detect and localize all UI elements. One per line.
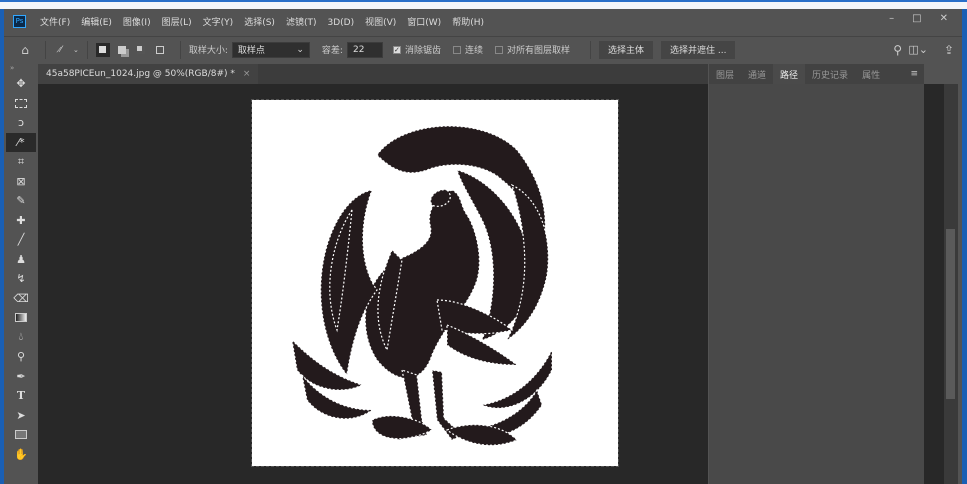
- tab-history[interactable]: 历史记录: [805, 64, 855, 84]
- crop-tool-icon[interactable]: ⌗: [6, 152, 36, 172]
- path-select-tool-icon[interactable]: ➤: [6, 406, 36, 426]
- magic-wand-preset-icon[interactable]: ⁄̷: [54, 43, 68, 57]
- menu-window[interactable]: 窗口(W): [407, 18, 441, 28]
- close-button[interactable]: ✕: [940, 13, 948, 24]
- sample-size-label: 取样大小:: [188, 46, 228, 56]
- tab-paths[interactable]: 路径: [773, 64, 806, 84]
- eraser-tool-icon[interactable]: ⌫: [6, 289, 36, 309]
- all-layers-checkbox[interactable]: 对所有图层取样: [495, 43, 570, 56]
- brush-tool-icon[interactable]: ╱: [6, 230, 36, 250]
- add-selection-icon[interactable]: [115, 43, 129, 57]
- contiguous-label: 连续: [464, 46, 483, 56]
- antialias-checkbox[interactable]: ✓ 消除锯齿: [392, 43, 441, 56]
- chevron-down-icon: ⌄: [296, 44, 304, 55]
- document-tab[interactable]: 45a58PICEun_1024.jpg @ 50%(RGB/8#) * ×: [38, 64, 259, 84]
- tolerance-input[interactable]: 22: [346, 41, 383, 58]
- menu-file[interactable]: 文件(F): [40, 18, 70, 28]
- frame-tool-icon[interactable]: ⊠: [6, 172, 36, 192]
- sample-size-select[interactable]: 取样点 ⌄: [231, 41, 310, 58]
- eyedropper-tool-icon[interactable]: ✎: [6, 191, 36, 211]
- stamp-tool-icon[interactable]: ♟: [6, 250, 36, 270]
- minimize-button[interactable]: –: [889, 13, 894, 24]
- ps-logo: Ps: [13, 14, 26, 28]
- panel-tabs: 图层 通道 路径 历史记录 属性 ≡: [709, 64, 924, 84]
- history-brush-tool-icon[interactable]: ↯: [6, 269, 36, 289]
- document-tab-title: 45a58PICEun_1024.jpg @ 50%(RGB/8#) *: [46, 69, 235, 79]
- menu-3d[interactable]: 3D(D): [327, 18, 354, 28]
- move-tool-icon[interactable]: ✥: [6, 74, 36, 94]
- maximize-button[interactable]: □: [912, 13, 921, 24]
- menu-image[interactable]: 图像(I): [123, 18, 151, 28]
- subtract-selection-icon[interactable]: [134, 43, 148, 57]
- blur-tool-icon[interactable]: 💧︎: [6, 328, 36, 348]
- panel-menu-icon[interactable]: ≡: [910, 69, 918, 79]
- menu-bar: Ps 文件(F) 编辑(E) 图像(I) 图层(L) 文字(Y) 选择(S) 滤镜(T) 3D…: [4, 9, 962, 33]
- menu-view[interactable]: 视图(V): [365, 18, 396, 28]
- paths-panel: 图层 通道 路径 历史记录 属性 ≡: [709, 64, 924, 484]
- canvas-area[interactable]: [38, 84, 708, 484]
- tab-channels[interactable]: 通道: [741, 64, 773, 84]
- menu-layer[interactable]: 图层(L): [162, 18, 192, 28]
- menu-type[interactable]: 文字(Y): [203, 18, 234, 28]
- antialias-label: 消除锯齿: [404, 46, 441, 56]
- select-and-mask-button[interactable]: 选择并遮住 ...: [661, 40, 736, 59]
- magic-wand-tool-icon[interactable]: ⁄*: [6, 132, 36, 152]
- search-icon[interactable]: ⚲: [893, 43, 902, 57]
- type-tool-icon[interactable]: T: [6, 386, 36, 406]
- dodge-tool-icon[interactable]: ⚲: [6, 347, 36, 367]
- checkbox-icon: [452, 45, 461, 54]
- new-selection-icon[interactable]: [95, 42, 110, 57]
- checkbox-icon: [495, 45, 503, 54]
- share-icon[interactable]: ⇪: [944, 43, 954, 57]
- healing-tool-icon[interactable]: ✚: [6, 211, 36, 231]
- close-tab-icon[interactable]: ×: [243, 69, 251, 79]
- tolerance-label: 容差:: [321, 46, 343, 56]
- gradient-tool-icon[interactable]: [6, 308, 36, 328]
- menu: 文件(F) 编辑(E) 图像(I) 图层(L) 文字(Y) 选择(S) 滤镜(T) 3D(D)…: [40, 15, 495, 28]
- vertical-scrollbar[interactable]: [944, 84, 958, 484]
- home-icon[interactable]: ⌂: [18, 43, 32, 57]
- menu-filter[interactable]: 滤镜(T): [286, 18, 317, 28]
- select-subject-button[interactable]: 选择主体: [599, 40, 654, 59]
- panel-dock: [924, 84, 944, 484]
- sample-size-value: 取样点: [237, 46, 265, 56]
- pen-tool-icon[interactable]: ✒: [6, 367, 36, 387]
- hand-tool-icon[interactable]: ✋: [6, 445, 36, 465]
- contiguous-checkbox[interactable]: 连续: [452, 43, 483, 56]
- menu-help[interactable]: 帮助(H): [452, 18, 484, 28]
- intersect-selection-icon[interactable]: [153, 43, 167, 57]
- tab-properties[interactable]: 属性: [855, 64, 887, 84]
- tab-layers[interactable]: 图层: [709, 64, 741, 84]
- document-canvas[interactable]: [251, 99, 619, 467]
- menu-edit[interactable]: 编辑(E): [81, 18, 112, 28]
- menu-select[interactable]: 选择(S): [244, 18, 275, 28]
- photoshop-window: Ps 文件(F) 编辑(E) 图像(I) 图层(L) 文字(Y) 选择(S) 滤镜(T) 3D…: [4, 9, 962, 484]
- collapse-icon[interactable]: »: [6, 64, 36, 74]
- marquee-tool-icon[interactable]: [6, 94, 36, 114]
- options-bar: ⌂ ⁄̷ ⌄ 取样大小: 取样点 ⌄ 容差: 22 ✓ 消除锯齿 连续 对所有图层取样…: [4, 36, 962, 62]
- checkbox-icon: ✓: [392, 45, 401, 54]
- screen-top-strip: [0, 0, 967, 9]
- all-layers-label: 对所有图层取样: [507, 46, 571, 56]
- lasso-tool-icon[interactable]: ↄ: [6, 113, 36, 133]
- scrollbar-thumb[interactable]: [946, 229, 955, 399]
- workspace-icon[interactable]: ◫⌄: [908, 43, 928, 56]
- phoenix-image: [291, 125, 553, 446]
- tools-panel: » ✥ ↄ ⁄* ⌗ ⊠ ✎ ✚ ╱ ♟ ↯ ⌫ 💧︎ ⚲ ✒ T ➤ ✋: [6, 64, 36, 484]
- rectangle-tool-icon[interactable]: [6, 425, 36, 445]
- document-tabs: 45a58PICEun_1024.jpg @ 50%(RGB/8#) * ×: [38, 64, 708, 84]
